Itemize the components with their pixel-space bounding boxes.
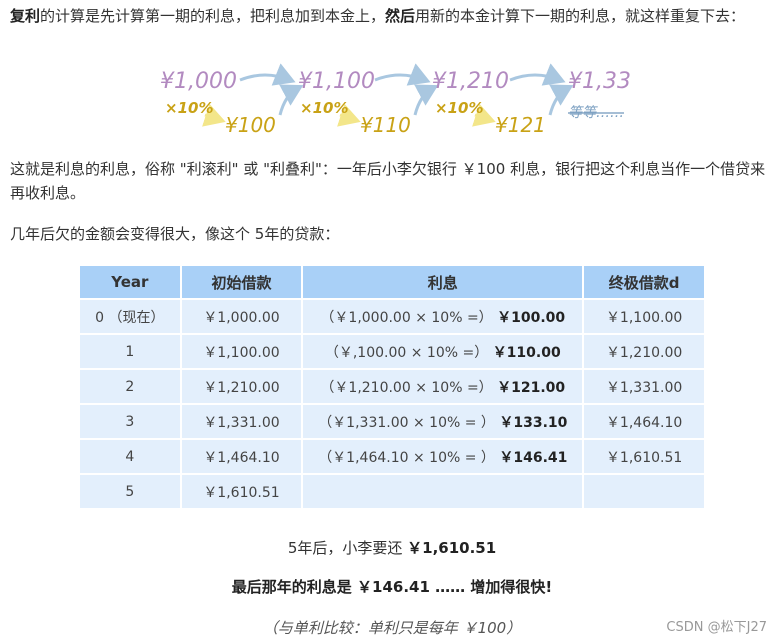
cell-interest-value: ￥133.10 <box>499 414 568 431</box>
cell-start: ￥1,100.00 <box>179 333 304 370</box>
cell-year: 1 <box>78 333 182 370</box>
intro-text-1: 的计算是先计算第一期的利息，把利息加到本金上， <box>40 7 386 25</box>
summary-line-2: 最后那年的利息是 ￥146.41 …… 增加得很快! <box>231 578 553 596</box>
cell-year: 2 <box>78 368 182 405</box>
diagram-rate-1: ×10% <box>165 99 213 117</box>
table-row: 5 ￥1,610.51 <box>78 473 706 510</box>
cell-end <box>582 473 706 510</box>
cell-interest-value: ￥110.00 <box>492 344 561 361</box>
table-row: 2 ￥1,210.00 （￥1,210.00 × 10% =） ￥121.00 … <box>78 368 706 405</box>
summary-amount: ￥1,610.51 <box>407 539 497 557</box>
table-header-row: Year 初始借款 利息 终极借款d <box>78 264 706 300</box>
cell-interest: （￥,100.00 × 10% =） ￥110.00 <box>301 333 585 370</box>
cell-interest-value: ￥100.00 <box>497 309 566 326</box>
diagram-interest-1: ¥100 <box>225 113 276 137</box>
cell-interest: （￥1,464.10 × 10% = ） ￥146.41 <box>301 438 585 475</box>
cell-calc: （￥1,331.00 × 10% = ） <box>318 414 495 431</box>
return-arrow-3 <box>548 84 574 116</box>
summary-line-3: （与单利比较：单利只是每年 ￥100） <box>262 619 522 637</box>
cell-year: 0 （现在） <box>78 298 182 335</box>
intro-bold-then: 然后 <box>385 7 416 25</box>
cell-end: ￥1,100.00 <box>582 298 706 335</box>
watermark: CSDN @松下J27 <box>666 620 767 635</box>
cell-start: ￥1,000.00 <box>179 298 304 335</box>
cell-start: ￥1,464.10 <box>179 438 304 475</box>
summary-text: 5年后，小李要还 <box>287 539 408 557</box>
summary-line-1: 5年后，小李要还 ￥1,610.51 <box>78 537 706 558</box>
loan-table: Year 初始借款 利息 终极借款d 0 （现在） ￥1,000.00 （￥1,… <box>78 264 706 510</box>
para-interest-on-interest: 这就是利息的利息，俗称 "利滚利" 或 "利叠利"：一年后小李欠银行 ￥100 … <box>10 160 766 202</box>
cell-year: 4 <box>78 438 182 475</box>
cell-end: ￥1,464.10 <box>582 403 706 440</box>
flow-arrow-1 <box>239 63 296 86</box>
cell-end: ￥1,210.00 <box>582 333 706 370</box>
diagram-interest-2: ¥110 <box>360 113 411 137</box>
cell-interest: （￥1,210.00 × 10% =） ￥121.00 <box>301 368 585 405</box>
diagram-interest-3: ¥121 <box>495 113 546 137</box>
para-five-year-loan: 几年后欠的金额会变得很大，像这个 5年的贷款： <box>10 225 340 243</box>
header-year: Year <box>78 264 182 300</box>
cell-interest <box>301 473 585 510</box>
cell-end: ￥1,610.51 <box>582 438 706 475</box>
table-row: 0 （现在） ￥1,000.00 （￥1,000.00 × 10% =） ￥10… <box>78 298 706 335</box>
diagram-rate-3: ×10% <box>435 99 483 117</box>
cell-start: ￥1,610.51 <box>179 473 304 510</box>
cell-start: ￥1,210.00 <box>179 368 304 405</box>
intro-bold-compound: 复利 <box>10 7 41 25</box>
diagram-amount-1: ¥1,000 <box>160 69 237 94</box>
cell-end: ￥1,331.00 <box>582 368 706 405</box>
cell-year: 3 <box>78 403 182 440</box>
return-arrow-2 <box>413 84 439 116</box>
cell-calc: （￥1,210.00 × 10% =） <box>320 379 493 396</box>
cell-start: ￥1,331.00 <box>179 403 304 440</box>
cell-interest: （￥1,000.00 × 10% =） ￥100.00 <box>301 298 585 335</box>
header-start: 初始借款 <box>179 264 304 300</box>
table-row: 1 ￥1,100.00 （￥,100.00 × 10% =） ￥110.00 ￥… <box>78 333 706 370</box>
header-interest: 利息 <box>301 264 585 300</box>
cell-calc: （￥1,000.00 × 10% =） <box>320 309 493 326</box>
diagram-amount-3: ¥1,210 <box>432 69 509 94</box>
return-arrow-1 <box>278 84 304 116</box>
diagram-rate-2: ×10% <box>300 99 348 117</box>
cell-interest: （￥1,331.00 × 10% = ） ￥133.10 <box>301 403 585 440</box>
table-row: 4 ￥1,464.10 （￥1,464.10 × 10% = ） ￥146.41… <box>78 438 706 475</box>
compound-diagram: ¥1,000 ¥1,100 ¥1,210 ¥1,33 ×10% ×10% ×10… <box>160 63 630 137</box>
cell-calc: （￥,100.00 × 10% =） <box>324 344 489 361</box>
cell-year: 5 <box>78 473 182 510</box>
cell-interest-value: ￥146.41 <box>499 449 568 466</box>
flow-arrow-3 <box>509 63 566 86</box>
intro-paragraph: 复利的计算是先计算第一期的利息，把利息加到本金上，然后用新的本金计算下一期的利息… <box>10 4 770 28</box>
diagram-amount-2: ¥1,100 <box>298 69 375 94</box>
diagram-amount-4: ¥1,33 <box>568 69 630 94</box>
cell-calc: （￥1,464.10 × 10% = ） <box>318 449 495 466</box>
table-row: 3 ￥1,331.00 （￥1,331.00 × 10% = ） ￥133.10… <box>78 403 706 440</box>
cell-interest-value: ￥121.00 <box>497 379 566 396</box>
flow-arrow-2 <box>374 63 431 86</box>
header-end: 终极借款d <box>582 264 706 300</box>
intro-text-2: 用新的本金计算下一期的利息，就这样重复下去： <box>415 7 746 25</box>
diagram-etc: 等等…… <box>568 105 624 121</box>
